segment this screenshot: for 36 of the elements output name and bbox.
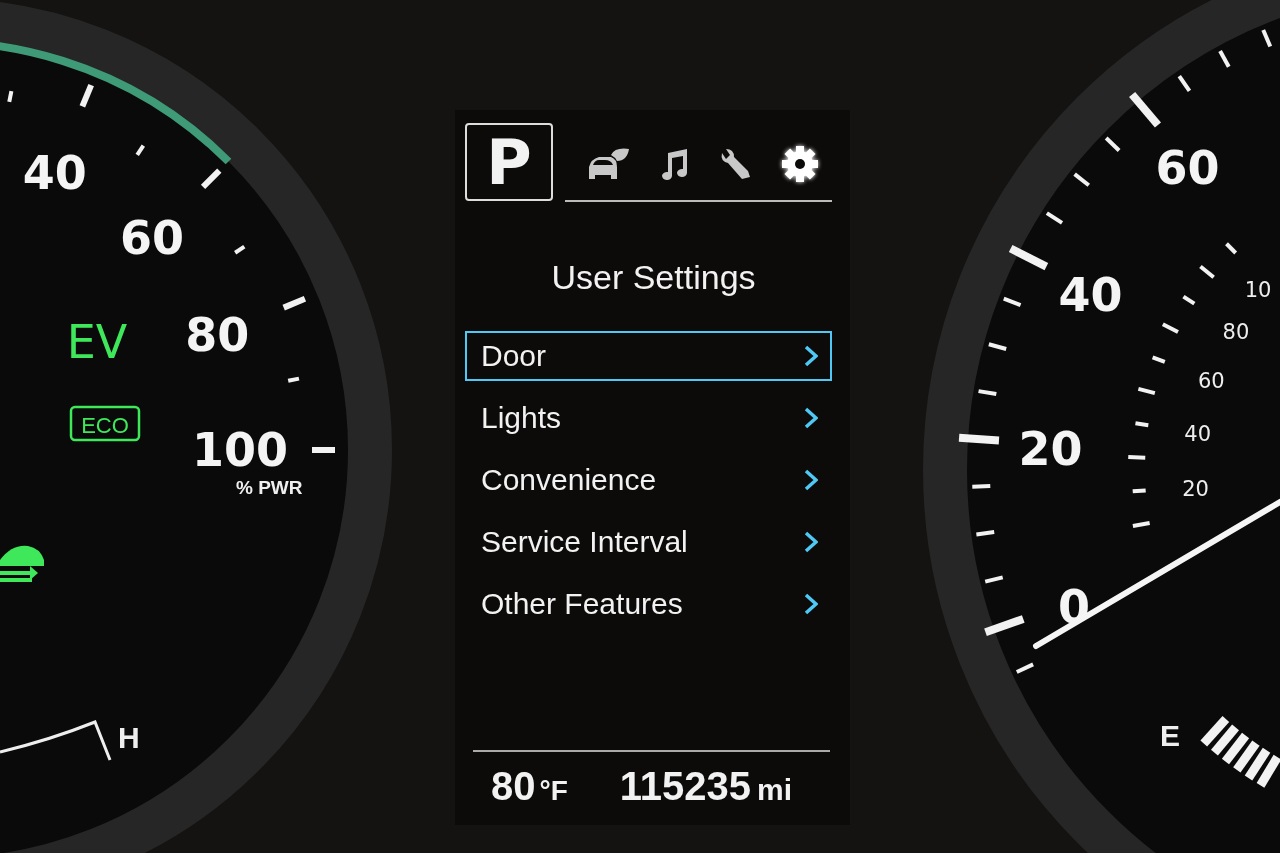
gauge-label: 40 bbox=[22, 145, 87, 200]
speed-label: 20 bbox=[1018, 422, 1083, 477]
drive-mode: EV bbox=[66, 315, 128, 369]
odometer-value: 115235 bbox=[619, 764, 752, 809]
menu-item[interactable]: Service Interval bbox=[465, 517, 832, 567]
gauge-label: 60 bbox=[120, 210, 185, 265]
speed-label: 80 bbox=[1222, 320, 1250, 345]
speed-label: 60 bbox=[1155, 141, 1220, 196]
speed-label: 40 bbox=[1058, 267, 1123, 322]
eco-car-tab[interactable] bbox=[587, 147, 631, 181]
temperature-unit: °F bbox=[539, 775, 568, 807]
temperature-value: 80 bbox=[491, 764, 536, 809]
chevron-icon bbox=[804, 593, 818, 615]
gear-indicator: P bbox=[465, 123, 553, 201]
gauge-label: 100 bbox=[192, 423, 288, 477]
speed-label: 60 bbox=[1197, 369, 1225, 394]
odometer-unit: mi bbox=[757, 773, 793, 807]
eco-indicator: ECO bbox=[69, 405, 141, 442]
chevron-icon bbox=[804, 469, 818, 491]
car-icon bbox=[0, 545, 44, 582]
chevron-icon bbox=[804, 345, 818, 367]
chevron-icon bbox=[804, 531, 818, 553]
speed-label: 40 bbox=[1184, 422, 1212, 447]
screen-title: User Settings bbox=[550, 258, 757, 297]
chevron-icon bbox=[804, 407, 818, 429]
speed-label: 20 bbox=[1182, 476, 1209, 501]
unit-label: % PWR bbox=[236, 477, 303, 498]
menu-item[interactable]: Door bbox=[465, 331, 832, 381]
empty-label: E bbox=[1160, 719, 1180, 752]
speed-label: 10 bbox=[1244, 278, 1272, 303]
menu-item[interactable]: Other Features bbox=[465, 579, 832, 629]
hot-label: H bbox=[118, 721, 140, 754]
settings-tab[interactable] bbox=[779, 144, 820, 184]
menu-item[interactable]: Convenience bbox=[465, 455, 832, 505]
menu-item[interactable]: Lights bbox=[465, 393, 832, 443]
gauge-label: 80 bbox=[185, 308, 250, 363]
